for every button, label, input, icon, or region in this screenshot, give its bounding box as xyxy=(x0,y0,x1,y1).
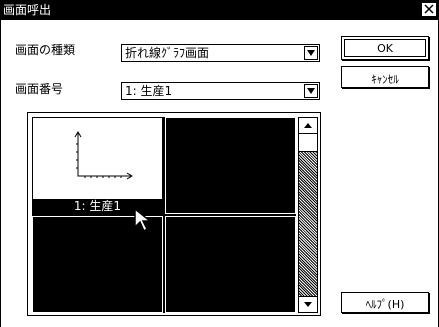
line-graph-thumbnail-icon xyxy=(74,131,133,180)
screen-type-value: 折れ線ｸﾞﾗﾌ画面 xyxy=(125,46,210,60)
cancel-button-label: ｷｬﾝｾﾙ xyxy=(371,73,399,86)
screen-call-dialog: 画面呼出 画面の種類 折れ線ｸﾞﾗﾌ画面 画面番号 1: 生産1 OK ｷｬﾝｾ… xyxy=(0,0,439,327)
scroll-up-button[interactable] xyxy=(299,118,317,134)
scroll-up-icon xyxy=(304,123,312,128)
dropdown-arrow-icon xyxy=(307,88,315,94)
screen-preview-panel: 1: 生産1 xyxy=(27,112,321,316)
mouse-cursor-icon xyxy=(134,207,153,233)
screen-type-select[interactable]: 折れ線ｸﾞﾗﾌ画面 xyxy=(121,44,320,62)
thumbnail-cell-1[interactable]: 1: 生産1 xyxy=(32,117,163,214)
thumbnail-cell-2[interactable] xyxy=(165,117,296,214)
scroll-thumb[interactable] xyxy=(299,134,317,152)
dropdown-arrow-icon xyxy=(307,50,315,56)
scroll-track[interactable] xyxy=(299,152,317,300)
screen-number-select[interactable]: 1: 生産1 xyxy=(121,82,320,100)
screen-type-dropdown-button[interactable] xyxy=(304,46,318,60)
ok-button-label: OK xyxy=(377,42,393,55)
window-title: 画面呼出 xyxy=(3,3,52,17)
screen-type-label: 画面の種類 xyxy=(15,43,76,57)
cancel-button[interactable]: ｷｬﾝｾﾙ xyxy=(341,66,429,88)
close-icon xyxy=(424,4,434,14)
scroll-down-button[interactable] xyxy=(299,296,317,312)
screen-number-label: 画面番号 xyxy=(15,82,64,96)
screen-number-dropdown-button[interactable] xyxy=(304,84,318,98)
ok-button[interactable]: OK xyxy=(341,36,429,60)
title-bar: 画面呼出 xyxy=(1,0,438,20)
close-button[interactable] xyxy=(422,3,436,16)
scroll-down-icon xyxy=(304,302,312,307)
help-button-label: ﾍﾙﾌﾟ(H) xyxy=(365,298,405,311)
help-button[interactable]: ﾍﾙﾌﾟ(H) xyxy=(341,292,429,313)
thumbnail-cell-4[interactable] xyxy=(165,216,296,313)
thumbnail-grid: 1: 生産1 xyxy=(32,117,296,313)
screen-number-value: 1: 生産1 xyxy=(125,84,173,98)
preview-scrollbar[interactable] xyxy=(298,117,318,313)
